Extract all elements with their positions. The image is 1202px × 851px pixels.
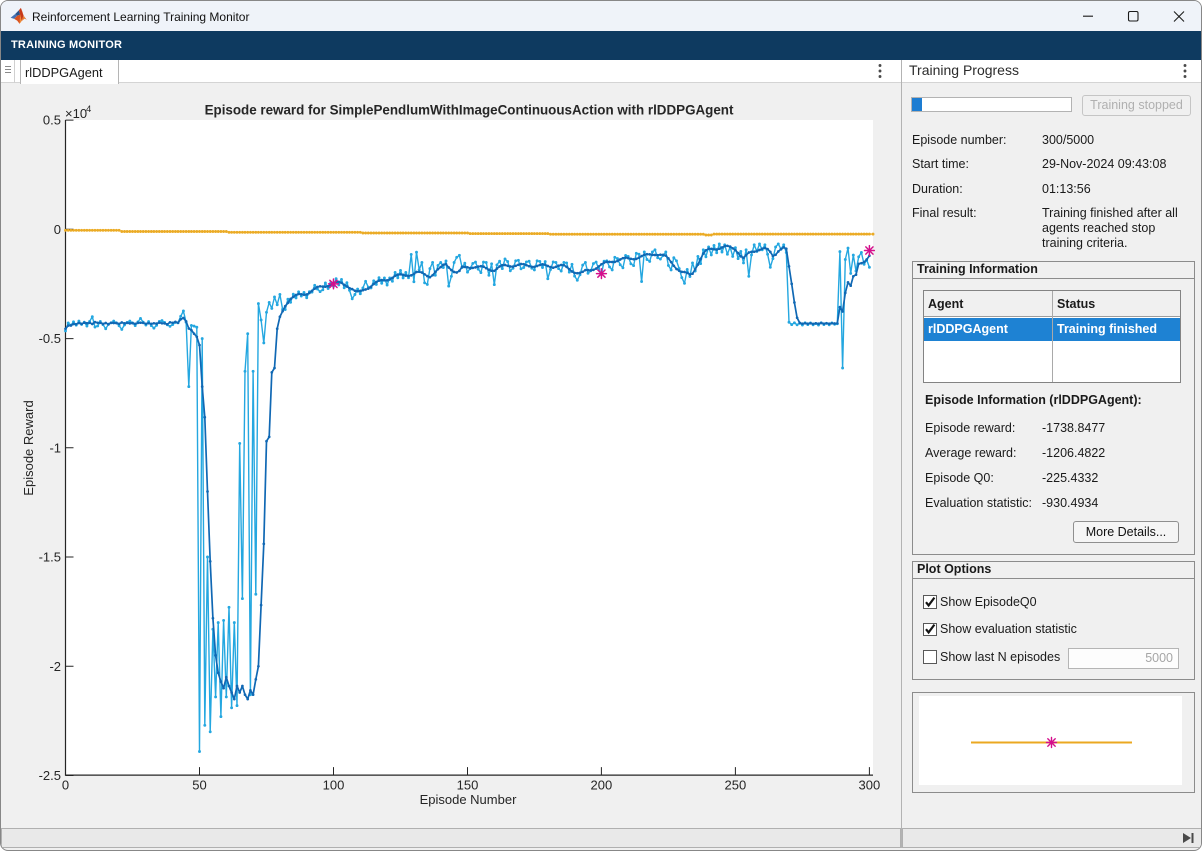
svg-text:200: 200 (591, 778, 613, 793)
svg-text:0: 0 (54, 222, 61, 237)
svg-text:250: 250 (725, 778, 747, 793)
svg-text:Episode Reward: Episode Reward (21, 400, 36, 495)
svg-text:0: 0 (62, 778, 69, 793)
svg-text:4: 4 (86, 104, 91, 115)
svg-text:-1.5: -1.5 (39, 550, 61, 565)
svg-text:-2: -2 (49, 659, 61, 674)
svg-text:150: 150 (457, 778, 479, 793)
svg-text:Episode reward for SimplePendl: Episode reward for SimplePendlumWithImag… (205, 103, 734, 118)
svg-text:-0.5: -0.5 (39, 331, 61, 346)
svg-text:-2.5: -2.5 (39, 768, 61, 783)
svg-text:0.5: 0.5 (43, 113, 61, 128)
svg-text:300: 300 (859, 778, 881, 793)
svg-text:50: 50 (192, 778, 206, 793)
svg-text:Episode Number: Episode Number (420, 792, 517, 807)
svg-text:×10: ×10 (65, 106, 87, 121)
svg-text:-1: -1 (49, 440, 61, 455)
svg-text:100: 100 (323, 778, 345, 793)
